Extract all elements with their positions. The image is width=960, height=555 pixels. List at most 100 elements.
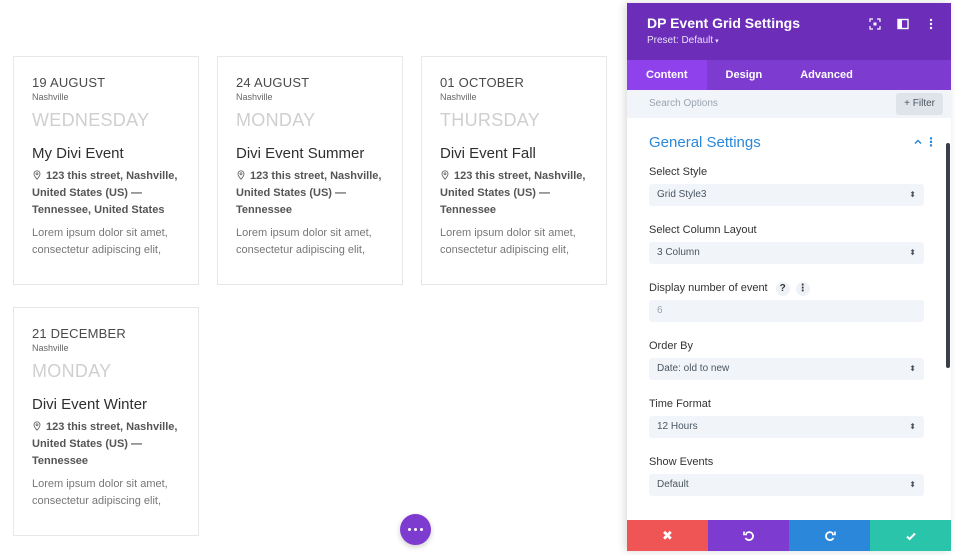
event-title[interactable]: Divi Event Winter (32, 396, 180, 413)
fullscreen-icon[interactable] (869, 17, 881, 30)
undo-icon (742, 530, 754, 541)
field-time-format: Time Format 12 Hours ⬍ (627, 394, 951, 438)
help-icon[interactable]: ? (775, 282, 790, 296)
select-value: 12 Hours (657, 421, 698, 432)
select-value: Grid Style3 (657, 189, 707, 200)
field-label: Time Format (649, 398, 711, 410)
event-address: 123 this street, Nashville, United State… (440, 168, 588, 219)
tab-content[interactable]: Content (627, 60, 707, 90)
save-button[interactable] (870, 520, 951, 551)
field-select-style: Select Style Grid Style3 ⬍ (627, 162, 951, 206)
event-address-text: 123 this street, Nashville, United State… (32, 421, 178, 467)
event-description: Lorem ipsum dolor sit amet, consectetur … (440, 227, 576, 256)
field-label: Order By (649, 340, 694, 352)
event-title[interactable]: My Divi Event (32, 145, 180, 162)
event-title[interactable]: Divi Event Summer (236, 145, 384, 162)
select-arrows-icon: ⬍ (909, 364, 916, 373)
display-number-input[interactable]: 6 (649, 300, 924, 322)
select-arrows-icon: ⬍ (909, 480, 916, 489)
panel-footer: ✖ (627, 520, 951, 551)
time-format-dropdown[interactable]: 12 Hours ⬍ (649, 416, 924, 438)
close-icon: ✖ (662, 527, 673, 543)
filter-button[interactable]: + Filter (896, 93, 943, 115)
more-dots-icon (408, 528, 411, 531)
event-description: Lorem ipsum dolor sit amet, consectetur … (32, 478, 168, 507)
settings-panel: DP Event Grid Settings Preset: Default ▾ … (627, 3, 951, 551)
event-weekday: MONDAY (236, 110, 316, 130)
section-title: General Settings (649, 134, 761, 151)
event-date: 24 AUGUST (236, 75, 310, 90)
order-by-dropdown[interactable]: Date: old to new ⬍ (649, 358, 924, 380)
search-placeholder: Search Options (649, 98, 718, 109)
page: 19 AUGUST Nashville WEDNESDAY My Divi Ev… (0, 0, 960, 555)
select-style-dropdown[interactable]: Grid Style3 ⬍ (649, 184, 924, 206)
event-weekday: THURSDAY (440, 110, 541, 130)
field-show-events: Show Events Default ⬍ (627, 452, 951, 496)
more-vertical-icon[interactable] (925, 17, 937, 30)
redo-icon (824, 530, 836, 541)
event-date: 01 OCTOBER (440, 75, 525, 90)
select-arrows-icon: ⬍ (909, 422, 916, 431)
select-arrows-icon: ⬍ (909, 248, 916, 257)
event-city: Nashville (32, 92, 69, 102)
select-value: Date: old to new (657, 363, 730, 374)
field-more-icon[interactable]: ⋮ (795, 282, 810, 296)
chevron-up-icon[interactable] (913, 136, 923, 150)
panel-scrollbar[interactable] (946, 143, 950, 368)
section-general-settings[interactable]: General Settings ⋮ (627, 118, 951, 162)
event-address-text: 123 this street, Nashville, United State… (440, 170, 586, 216)
event-card[interactable]: 21 DECEMBER Nashville MONDAY Divi Event … (13, 307, 199, 536)
event-description: Lorem ipsum dolor sit amet, consectetur … (236, 227, 372, 256)
field-label: Show Events (649, 456, 714, 468)
undo-button[interactable] (708, 520, 789, 551)
show-events-dropdown[interactable]: Default ⬍ (649, 474, 924, 496)
event-weekday: WEDNESDAY (32, 110, 150, 130)
field-column-layout: Select Column Layout 3 Column ⬍ (627, 220, 951, 264)
event-card[interactable]: 01 OCTOBER Nashville THURSDAY Divi Event… (421, 56, 607, 285)
event-address: 123 this street, Nashville, United State… (236, 168, 384, 219)
redo-button[interactable] (789, 520, 870, 551)
event-card[interactable]: 24 AUGUST Nashville MONDAY Divi Event Su… (217, 56, 403, 285)
map-pin-icon (33, 421, 41, 431)
panel-body: General Settings ⋮ Select Style Grid Sty… (627, 118, 951, 520)
caret-down-icon: ▾ (715, 38, 719, 45)
map-pin-icon (441, 170, 449, 180)
select-arrows-icon: ⬍ (909, 190, 916, 199)
more-options-button[interactable] (400, 514, 431, 545)
preset-label: Preset: Default (647, 35, 714, 46)
search-options-input[interactable]: Search Options + Filter (627, 90, 951, 118)
discard-button[interactable]: ✖ (627, 520, 708, 551)
event-city: Nashville (32, 343, 69, 353)
map-pin-icon (237, 170, 245, 180)
field-label: Display number of event? ⋮ (649, 278, 924, 298)
field-order-by: Order By Date: old to new ⬍ (627, 336, 951, 380)
map-pin-icon (33, 170, 41, 180)
event-address: 123 this street, Nashville, United State… (32, 419, 180, 470)
section-more-icon[interactable]: ⋮ (925, 135, 937, 149)
event-address-text: 123 this street, Nashville, United State… (32, 170, 178, 216)
event-city: Nashville (236, 92, 273, 102)
panel-header: DP Event Grid Settings Preset: Default ▾ (627, 3, 951, 60)
event-date: 19 AUGUST (32, 75, 106, 90)
field-label: Select Column Layout (649, 224, 757, 236)
select-value: 3 Column (657, 247, 700, 258)
field-label: Select Style (649, 166, 708, 178)
tab-advanced[interactable]: Advanced (781, 60, 872, 90)
sidebar-layout-icon[interactable] (897, 17, 909, 30)
event-date: 21 DECEMBER (32, 326, 126, 341)
field-label-text: Display number of event (649, 282, 768, 294)
event-city: Nashville (440, 92, 477, 102)
preset-selector[interactable]: Preset: Default ▾ (647, 35, 931, 46)
select-value: Default (657, 479, 689, 490)
column-layout-dropdown[interactable]: 3 Column ⬍ (649, 242, 924, 264)
panel-tabs: Content Design Advanced (627, 60, 951, 90)
event-weekday: MONDAY (32, 361, 112, 381)
field-display-number: Display number of event? ⋮ 6 (627, 278, 951, 322)
tab-design[interactable]: Design (707, 60, 782, 90)
event-address-text: 123 this street, Nashville, United State… (236, 170, 382, 216)
event-address: 123 this street, Nashville, United State… (32, 168, 180, 219)
event-description: Lorem ipsum dolor sit amet, consectetur … (32, 227, 168, 256)
check-icon (905, 532, 916, 541)
event-title[interactable]: Divi Event Fall (440, 145, 588, 162)
event-card[interactable]: 19 AUGUST Nashville WEDNESDAY My Divi Ev… (13, 56, 199, 285)
